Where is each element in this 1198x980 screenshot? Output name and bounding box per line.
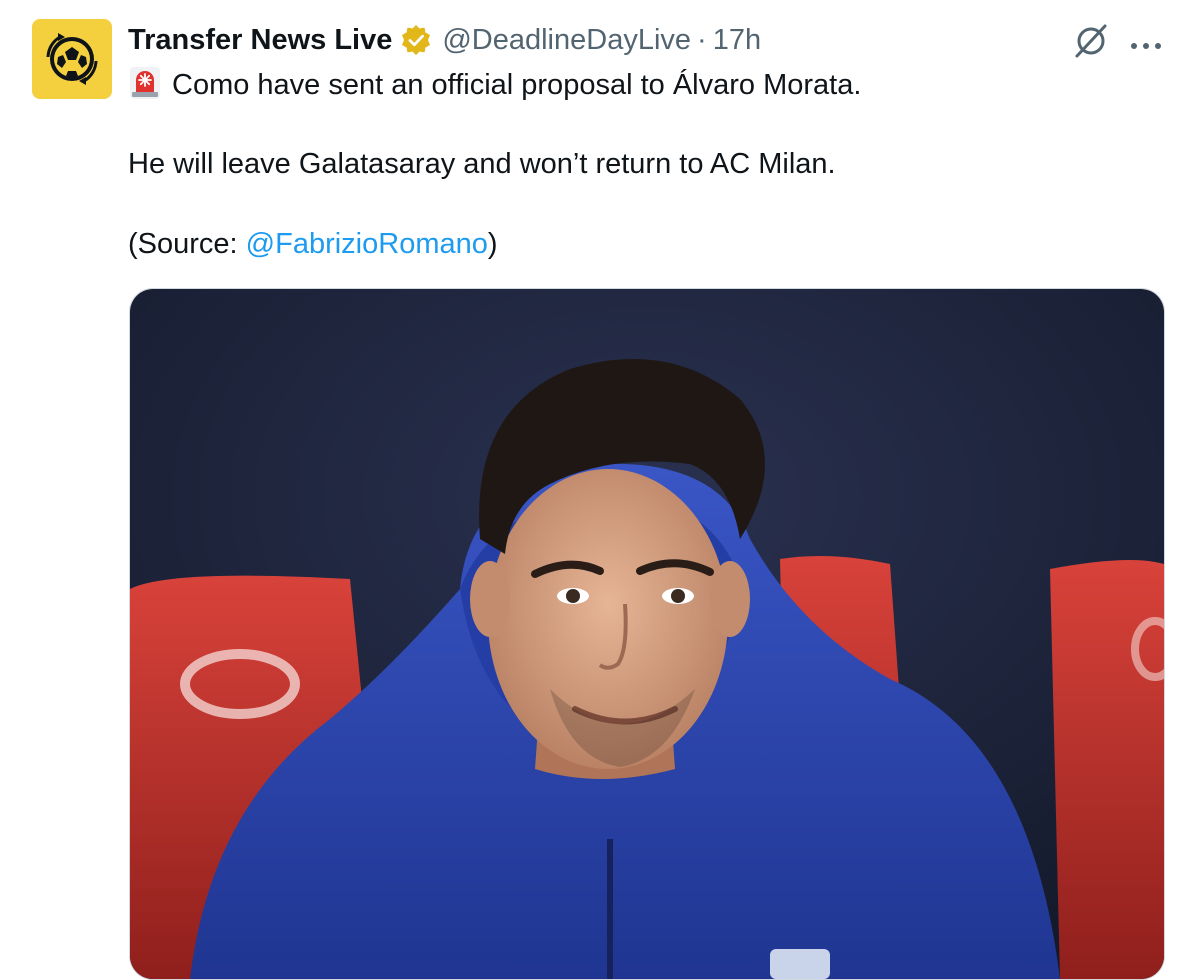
tweet-header: Transfer News Live @DeadlineDayLive · 17…: [128, 20, 761, 60]
source-prefix: (Source:: [128, 228, 246, 260]
tweet-photo[interactable]: [129, 288, 1165, 980]
tweet-source-line: (Source: @FabrizioRomano): [128, 226, 498, 262]
separator-dot: ·: [697, 23, 707, 56]
timestamp[interactable]: 17h: [713, 24, 761, 57]
author-name[interactable]: Transfer News Live: [128, 24, 392, 57]
more-icon[interactable]: [1128, 37, 1164, 49]
siren-icon: [128, 66, 162, 100]
mention-link[interactable]: @FabrizioRomano: [246, 228, 488, 260]
football-logo-icon: [46, 33, 98, 85]
verified-badge-icon[interactable]: [400, 24, 432, 56]
tweet-line-2: He will leave Galatasaray and won’t retu…: [128, 148, 836, 180]
source-suffix: ): [487, 228, 498, 260]
tweet-line-1-text: Como have sent an official proposal to Á…: [172, 69, 862, 101]
avatar[interactable]: [32, 19, 112, 99]
grok-icon[interactable]: [1072, 22, 1110, 60]
player-photo-illustration: [130, 289, 1164, 979]
author-handle[interactable]: @DeadlineDayLive: [442, 24, 691, 57]
tweet-line-1: Como have sent an official proposal to Á…: [128, 66, 861, 103]
